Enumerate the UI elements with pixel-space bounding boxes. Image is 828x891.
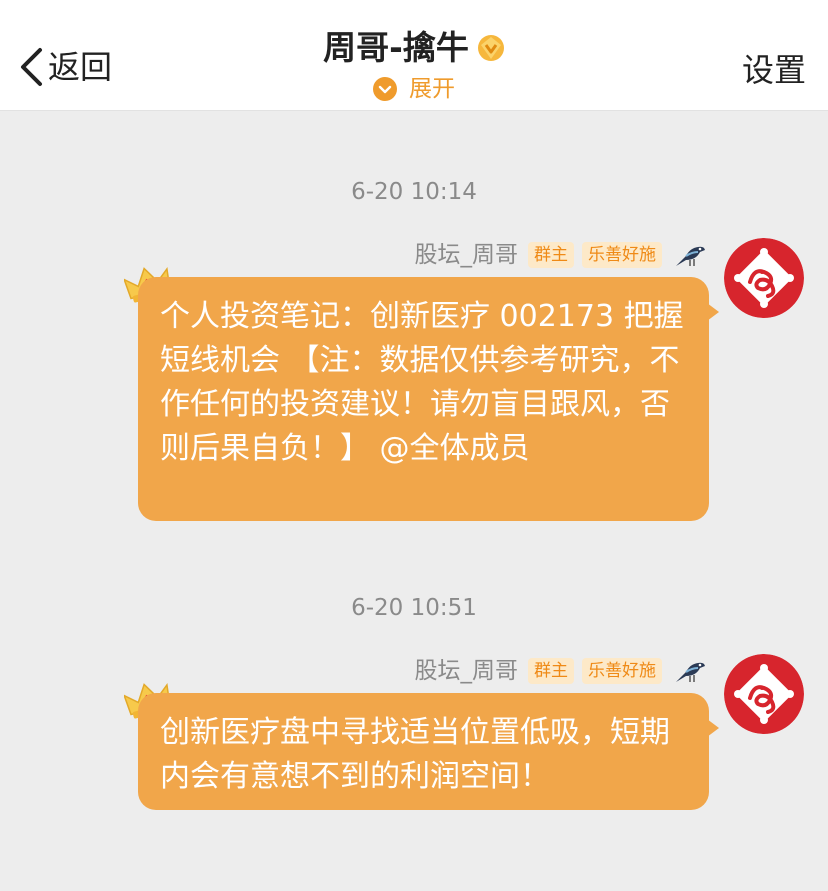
owner-badge: 群主 [528,242,574,268]
message-timestamp: 6-20 10:14 [351,179,477,205]
snake-fortune-avatar [724,654,804,734]
magpie-icon [676,662,705,682]
sender-row: 股坛_周哥 群主 乐善好施 [415,654,709,688]
chat-title: 周哥-擒牛 [323,28,469,67]
chat-header: 返回 周哥-擒牛 展开 设置 [0,0,828,111]
expand-label: 展开 [409,76,455,102]
message-timestamp: 6-20 10:51 [351,595,477,621]
avatar[interactable] [724,654,804,734]
owner-badge: 群主 [528,658,574,684]
snake-fortune-avatar [724,238,804,318]
title-badge: 乐善好施 [582,658,662,684]
message-bubble[interactable]: 创新医疗盘中寻找适当位置低吸，短期内会有意想不到的利润空间！ [138,693,719,810]
title-badge: 乐善好施 [582,242,662,268]
chevron-down-circle-icon [373,77,397,101]
vip-badge-icon [477,35,504,61]
settings-button[interactable]: 设置 [742,48,806,92]
magpie-icon [676,246,705,266]
expand-button[interactable]: 展开 [0,74,828,104]
avatar[interactable] [724,238,804,318]
sender-name: 股坛_周哥 [414,242,519,268]
message-bubble[interactable]: 个人投资笔记：创新医疗 002173 把握短线机会 【注：数据仅供参考研究，不作… [138,277,719,521]
sender-row: 股坛_周哥 群主 乐善好施 [415,238,709,272]
title-area: 周哥-擒牛 [0,26,828,70]
sender-name: 股坛_周哥 [414,658,519,684]
